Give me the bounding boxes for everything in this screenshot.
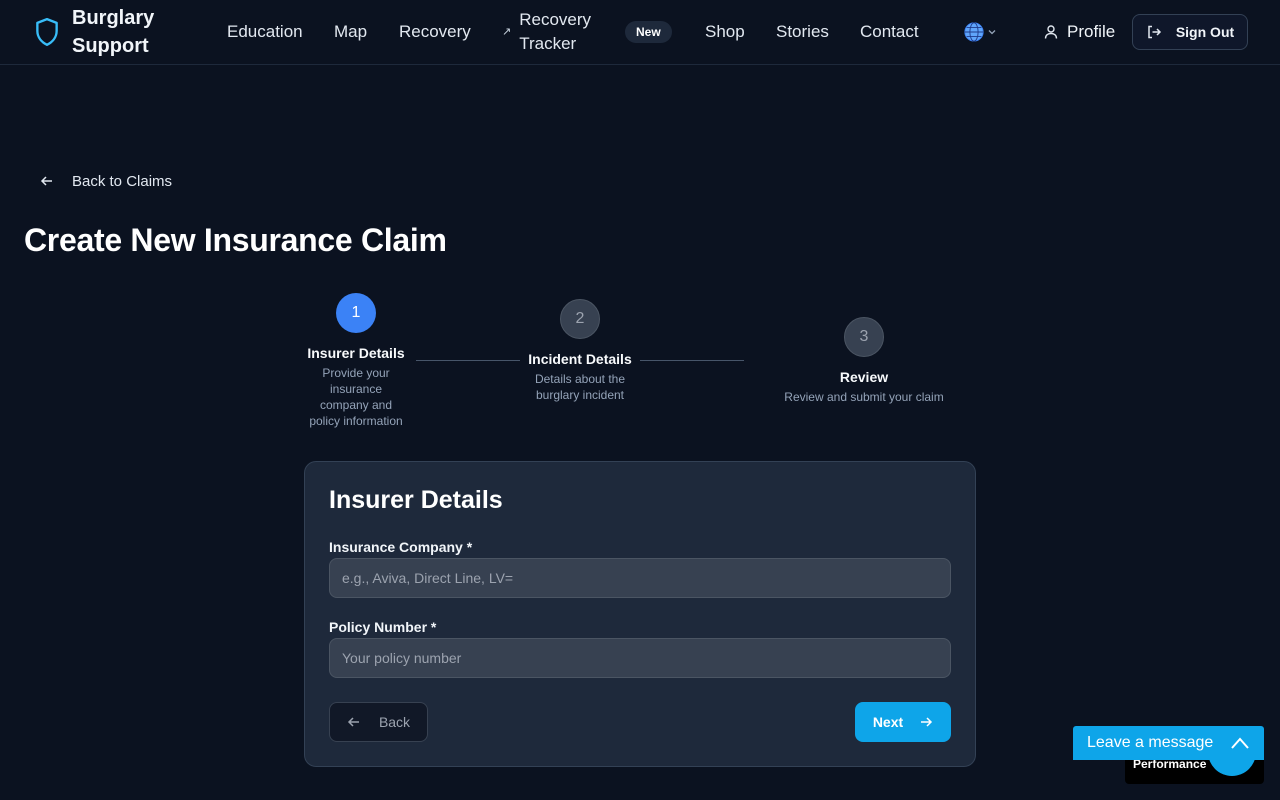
next-button[interactable]: Next xyxy=(855,702,951,742)
leave-message-label: Leave a message xyxy=(1087,734,1214,751)
nav-recovery[interactable]: Recovery xyxy=(399,0,471,64)
step-number-3: 3 xyxy=(844,317,884,357)
insurer-details-card: Insurer Details Insurance Company * Poli… xyxy=(304,461,976,767)
chevron-down-icon xyxy=(988,30,996,35)
back-button[interactable]: Back xyxy=(329,702,428,742)
step-review: 3 Review Review and submit your claim xyxy=(764,317,964,405)
nav-shop[interactable]: Shop xyxy=(705,0,745,64)
page-title: Create New Insurance Claim xyxy=(24,222,447,258)
step-connector-2 xyxy=(640,360,744,361)
back-to-claims-link[interactable]: Back to Claims xyxy=(40,170,172,192)
back-button-label: Back xyxy=(378,714,411,730)
arrow-left-icon xyxy=(347,717,359,727)
step-description: Details about the burglary incident xyxy=(534,372,626,402)
shield-icon xyxy=(36,17,58,47)
profile-label: Profile xyxy=(1067,22,1116,41)
nav-recovery-tracker-line2: Tracker xyxy=(519,34,577,53)
nav-education[interactable]: Education xyxy=(227,0,303,64)
brand-name: Burglary Support xyxy=(72,7,155,57)
leave-message-widget[interactable]: Leave a message xyxy=(1073,726,1264,760)
nav-recovery-tracker[interactable]: ↗ Recovery Tracker xyxy=(502,0,591,64)
step-title: Review xyxy=(839,369,889,385)
step-title: Incident Details xyxy=(528,351,632,367)
step-incident-details: 2 Incident Details Details about the bur… xyxy=(528,299,632,403)
language-selector[interactable] xyxy=(963,20,997,44)
step-number-1: 1 xyxy=(336,293,376,333)
back-to-claims-label: Back to Claims xyxy=(72,172,173,190)
nav-map[interactable]: Map xyxy=(334,0,367,64)
card-title: Insurer Details xyxy=(329,486,503,514)
brand-logo-link[interactable]: Burglary Support xyxy=(34,6,172,58)
nav-recovery-tracker-line1: Recovery xyxy=(519,10,592,29)
user-icon xyxy=(1044,25,1058,39)
step-connector-1 xyxy=(416,360,520,361)
arrow-right-icon xyxy=(921,717,933,727)
insurance-company-input[interactable] xyxy=(329,558,951,598)
insurance-company-label: Insurance Company * xyxy=(329,539,473,555)
trending-up-icon: ↗ xyxy=(502,26,512,38)
nav-recovery-tracker-label: Recovery Tracker xyxy=(519,8,591,56)
step-description: Review and submit your claim xyxy=(784,390,944,404)
step-insurer-details: 1 Insurer Details Provide your insurance… xyxy=(304,293,408,429)
sign-out-label: Sign Out xyxy=(1175,24,1235,40)
sign-out-button[interactable]: Sign Out xyxy=(1132,14,1248,50)
chevron-up-icon xyxy=(1231,737,1249,749)
nav-stories[interactable]: Stories xyxy=(776,0,829,64)
top-navbar: Burglary Support Education Map Recovery … xyxy=(0,0,1280,65)
nav-contact[interactable]: Contact xyxy=(860,0,919,64)
step-title: Insurer Details xyxy=(307,345,405,361)
globe-icon xyxy=(964,22,984,42)
step-description: Provide your insurance company and polic… xyxy=(309,366,403,428)
new-badge: New xyxy=(625,21,672,43)
policy-number-label: Policy Number * xyxy=(329,619,437,635)
next-button-label: Next xyxy=(872,714,904,730)
arrow-left-icon xyxy=(40,176,52,186)
log-out-icon xyxy=(1148,25,1161,39)
profile-link[interactable]: Profile xyxy=(1043,20,1115,44)
policy-number-input[interactable] xyxy=(329,638,951,678)
step-number-2: 2 xyxy=(560,299,600,339)
